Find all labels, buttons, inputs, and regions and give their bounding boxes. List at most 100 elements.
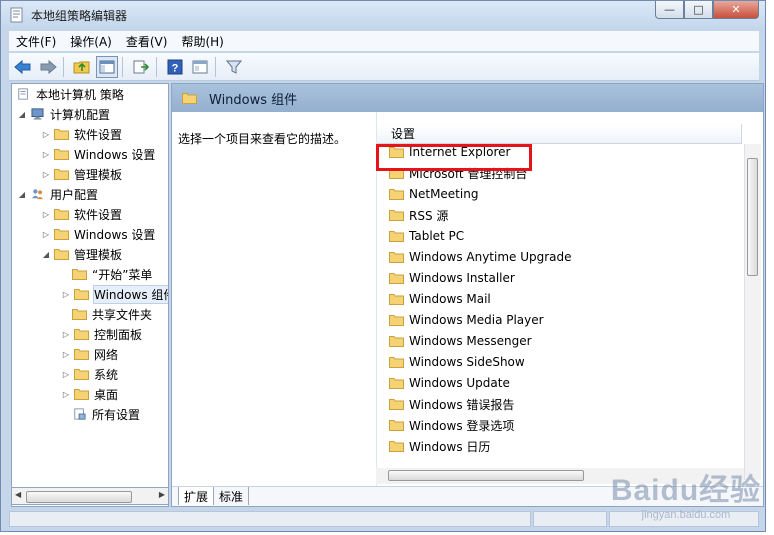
tree-item-windows-settings[interactable]: ▷ Windows 设置 <box>40 224 155 244</box>
scrollbar-thumb[interactable] <box>747 158 758 276</box>
menu-action[interactable]: 操作(A) <box>63 33 119 50</box>
close-button[interactable]: ✕ <box>713 1 759 19</box>
tree-item-user-config[interactable]: ◢ 用户配置 <box>16 184 98 204</box>
tree-item-label: Windows 设置 <box>74 147 156 162</box>
details-pane: Windows 组件 选择一个项目来查看它的描述。 设置 Internet Ex… <box>171 83 764 507</box>
collapse-arrow-icon[interactable]: ◢ <box>16 190 28 199</box>
tree-item-admin-templates[interactable]: ▷ 管理模板 <box>40 164 122 184</box>
folder-icon <box>389 315 404 326</box>
tree-item-control-panel[interactable]: ▷ 控制面板 <box>60 324 142 344</box>
tree-item-software-settings[interactable]: ▷ 软件设置 <box>40 204 122 224</box>
help-button[interactable]: ? <box>164 56 186 78</box>
show-hide-tree-button[interactable] <box>96 55 118 78</box>
folder-icon <box>74 389 89 400</box>
tree-item-system[interactable]: ▷ 系统 <box>60 364 118 384</box>
settings-list-item[interactable]: Windows 日历 <box>389 436 490 456</box>
folder-icon <box>389 189 404 200</box>
settings-list-item[interactable]: Windows 登录选项 <box>389 415 514 435</box>
folder-icon <box>72 269 87 280</box>
expand-arrow-icon[interactable]: ▷ <box>40 130 52 139</box>
column-header-label: 设置 <box>391 127 416 141</box>
scroll-right-icon[interactable]: ▶ <box>159 490 165 499</box>
tree-item-desktop[interactable]: ▷ 桌面 <box>60 384 118 404</box>
settings-list-item[interactable]: Windows 错误报告 <box>389 394 514 414</box>
tree-item-network[interactable]: ▷ 网络 <box>60 344 118 364</box>
collapse-arrow-icon[interactable]: ◢ <box>16 110 28 119</box>
settings-list-item[interactable]: Windows Installer <box>389 268 515 288</box>
expand-arrow-icon[interactable]: ▷ <box>60 290 72 299</box>
export-list-icon <box>133 60 149 73</box>
settings-list-item[interactable]: Windows Mail <box>389 289 491 309</box>
settings-list-item[interactable]: RSS 源 <box>389 205 448 225</box>
folder-icon <box>72 309 87 320</box>
minimize-button[interactable]: — <box>655 1 684 19</box>
tree-item-windows-components[interactable]: ▷ Windows 组件 <box>60 284 168 304</box>
toolbar-separator <box>122 56 123 77</box>
tree-item-software-settings[interactable]: ▷ 软件设置 <box>40 124 122 144</box>
settings-list-item-label: Tablet PC <box>409 229 465 243</box>
menu-help[interactable]: 帮助(H) <box>174 33 230 50</box>
settings-list-item[interactable]: Windows Media Player <box>389 310 544 330</box>
forward-button[interactable] <box>37 56 59 78</box>
filter-button[interactable] <box>223 56 245 78</box>
tree-item-label: 网络 <box>94 347 119 362</box>
scrollbar-thumb[interactable] <box>26 491 132 503</box>
tree-pane: 本地计算机 策略 ◢ 计算机配置 ▷ 软件设置 ▷ Windows 设置 ▷ 管… <box>11 83 169 507</box>
expand-arrow-icon[interactable]: ▷ <box>60 390 72 399</box>
expand-arrow-icon[interactable]: ▷ <box>60 330 72 339</box>
watermark-url: jingyan.baidu.com <box>641 508 731 521</box>
settings-list-item[interactable]: Windows Update <box>389 373 510 393</box>
tree-item-label: 所有设置 <box>92 407 141 422</box>
description-text: 选择一个项目来查看它的描述。 <box>178 132 347 146</box>
tree-item-all-settings[interactable]: 所有设置 <box>72 404 140 424</box>
properties-icon <box>192 60 208 73</box>
tree-item-admin-templates[interactable]: ◢ 管理模板 <box>40 244 122 264</box>
settings-list-item[interactable]: Tablet PC <box>389 226 464 246</box>
expand-arrow-icon[interactable]: ▷ <box>40 150 52 159</box>
toolbar: ? <box>9 53 759 81</box>
folder-icon <box>389 294 404 305</box>
folder-icon <box>54 169 69 180</box>
menu-view[interactable]: 查看(V) <box>119 33 175 50</box>
settings-list-item-label: Windows Media Player <box>409 313 544 327</box>
folder-icon <box>389 231 404 242</box>
maximize-button[interactable]: □ <box>684 1 713 19</box>
column-header-setting[interactable]: 设置 <box>377 124 742 144</box>
expand-arrow-icon[interactable]: ▷ <box>40 230 52 239</box>
scrollbar-thumb[interactable] <box>388 470 584 481</box>
folder-icon <box>389 273 404 284</box>
tree-item-windows-settings[interactable]: ▷ Windows 设置 <box>40 144 155 164</box>
settings-list-item[interactable]: Windows Messenger <box>389 331 532 351</box>
back-button[interactable] <box>12 56 34 78</box>
description-area: 选择一个项目来查看它的描述。 <box>172 112 376 488</box>
tree-horizontal-scrollbar[interactable]: ◀ ▶ <box>11 487 169 505</box>
show-hide-tree-icon <box>99 60 115 73</box>
folder-icon <box>389 252 404 263</box>
expand-arrow-icon[interactable]: ▷ <box>40 210 52 219</box>
collapse-arrow-icon[interactable]: ◢ <box>40 250 52 259</box>
expand-arrow-icon[interactable]: ▷ <box>60 350 72 359</box>
up-level-button[interactable] <box>71 56 93 78</box>
menu-file[interactable]: 文件(F) <box>9 33 63 50</box>
expand-arrow-icon[interactable]: ▷ <box>40 170 52 179</box>
properties-button[interactable] <box>189 56 211 78</box>
tree-item-shared-folders[interactable]: 共享文件夹 <box>72 304 152 324</box>
up-folder-icon <box>73 61 90 73</box>
expand-arrow-icon[interactable]: ▷ <box>60 370 72 379</box>
export-list-button[interactable] <box>130 56 152 78</box>
title-bar[interactable]: 本地组策略编辑器 — □ ✕ <box>1 1 765 29</box>
list-vertical-scrollbar[interactable] <box>744 144 761 480</box>
settings-list-item[interactable]: Windows Anytime Upgrade <box>389 247 572 267</box>
tree-item-start-menu[interactable]: “开始”菜单 <box>72 264 152 284</box>
tab-extended[interactable]: 扩展 <box>178 487 215 505</box>
settings-list-item[interactable]: Windows SideShow <box>389 352 525 372</box>
computer-icon <box>31 108 44 120</box>
tree-item-computer-config[interactable]: ◢ 计算机配置 <box>16 104 110 124</box>
folder-icon <box>182 93 197 104</box>
toolbar-separator <box>156 56 157 77</box>
folder-icon <box>54 129 69 140</box>
settings-list-item[interactable]: NetMeeting <box>389 184 478 204</box>
tree-item-local-computer-policy[interactable]: 本地计算机 策略 <box>16 84 124 104</box>
tab-standard[interactable]: 标准 <box>214 487 250 505</box>
scroll-left-icon[interactable]: ◀ <box>15 490 21 499</box>
